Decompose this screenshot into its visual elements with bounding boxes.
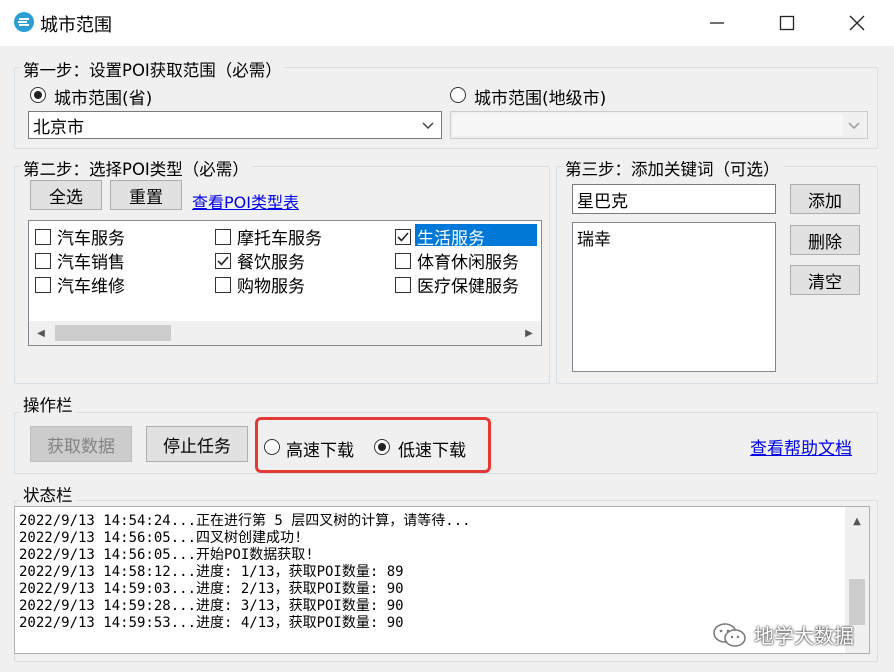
radio-slow-download[interactable] <box>374 439 390 455</box>
checkmark-icon <box>397 232 409 242</box>
radio-fast-download[interactable] <box>264 439 280 455</box>
radio-city-label: 城市范围(地级市) <box>474 89 607 109</box>
clear-keywords-button[interactable]: 清空 <box>790 265 860 295</box>
keyword-item[interactable]: 瑞幸 <box>577 225 611 250</box>
poi-type-label: 汽车服务 <box>57 229 125 249</box>
poi-type-label: 餐饮服务 <box>237 253 305 273</box>
log-line: 2022/9/13 14:59:03...进度: 2/13，获取POI数量: 9… <box>19 581 404 597</box>
step3-legend: 第三步：添加关键词（可选） <box>562 156 783 180</box>
actions-legend: 操作栏 <box>20 392 76 416</box>
chevron-down-icon <box>848 122 860 130</box>
log-line: 2022/9/13 14:59:53...进度: 4/13，获取POI数量: 9… <box>19 615 404 631</box>
add-keyword-button[interactable]: 添加 <box>790 184 860 214</box>
slow-download-label: 低速下载 <box>398 441 466 461</box>
fetch-data-button[interactable]: 获取数据 <box>30 426 132 462</box>
close-button[interactable] <box>840 8 874 38</box>
poi-type-label: 摩托车服务 <box>237 229 322 249</box>
poi-type-label: 体育休闲服务 <box>417 253 519 273</box>
horizontal-scrollbar[interactable]: ◀ ▶ <box>29 321 541 345</box>
view-poi-types-link[interactable]: 查看POI类型表 <box>192 189 299 213</box>
close-icon <box>849 15 865 31</box>
checkbox-motorcycle-service[interactable] <box>215 229 231 245</box>
chevron-down-icon <box>422 122 434 130</box>
fast-download-label: 高速下载 <box>286 441 354 461</box>
minimize-button[interactable] <box>700 8 734 38</box>
log-line: 2022/9/13 14:56:05...四叉树创建成功! <box>19 530 303 546</box>
watermark-text: 地学大数据 <box>754 624 854 648</box>
scrollbar-thumb[interactable] <box>849 579 865 625</box>
window-title: 城市范围 <box>40 15 112 36</box>
checkbox-life-service[interactable] <box>395 229 411 245</box>
poi-type-label-selected: 生活服务 <box>415 224 537 249</box>
province-combo[interactable]: 北京市 <box>28 111 442 139</box>
checkmark-icon <box>217 256 229 266</box>
minimize-icon <box>710 22 724 24</box>
log-line: 2022/9/13 14:59:28...进度: 3/13，获取POI数量: 9… <box>19 598 404 614</box>
checkbox-sports-leisure[interactable] <box>395 253 411 269</box>
poi-type-list[interactable]: 汽车服务 汽车销售 汽车维修 摩托车服务 餐饮服务 购物服务 生活服务 体育休闲… <box>28 220 542 346</box>
wechat-icon <box>713 622 746 647</box>
scroll-right-icon[interactable]: ▶ <box>519 323 539 343</box>
step1-legend: 第一步：设置POI获取范围（必需） <box>20 57 285 81</box>
province-combo-value: 北京市 <box>33 117 84 138</box>
checkbox-auto-repair[interactable] <box>35 277 51 293</box>
stop-task-button[interactable]: 停止任务 <box>146 426 248 462</box>
keyword-list[interactable]: 瑞幸 <box>572 222 776 372</box>
checkbox-food-service[interactable] <box>215 253 231 269</box>
radio-province-label: 城市范围(省) <box>54 89 153 109</box>
maximize-icon <box>779 15 795 31</box>
globe-e-icon <box>13 11 35 33</box>
poi-type-label: 购物服务 <box>237 277 305 297</box>
poi-type-label: 汽车销售 <box>57 253 125 273</box>
poi-type-label: 汽车维修 <box>57 277 125 297</box>
scrollbar-thumb[interactable] <box>55 325 171 341</box>
checkbox-medical-service[interactable] <box>395 277 411 293</box>
scroll-left-icon[interactable]: ◀ <box>31 323 51 343</box>
city-combo[interactable] <box>450 111 868 139</box>
poi-type-label: 医疗保健服务 <box>417 277 519 297</box>
help-docs-link[interactable]: 查看帮助文档 <box>750 434 852 459</box>
maximize-button[interactable] <box>770 8 804 38</box>
select-all-button[interactable]: 全选 <box>30 180 102 210</box>
reset-button[interactable]: 重置 <box>110 180 182 210</box>
radio-city[interactable] <box>450 87 466 103</box>
title-bar: 城市范围 <box>0 0 894 46</box>
checkbox-shopping-service[interactable] <box>215 277 231 293</box>
watermark: 地学大数据 <box>712 620 854 649</box>
log-line: 2022/9/13 14:56:05...开始POI数据获取! <box>19 547 314 563</box>
delete-keyword-button[interactable]: 删除 <box>790 225 860 255</box>
log-line: 2022/9/13 14:54:24...正在进行第 5 层四叉树的计算，请等待… <box>19 513 471 529</box>
scroll-up-icon[interactable]: ▲ <box>847 511 867 531</box>
keyword-input[interactable]: 星巴克 <box>572 184 776 214</box>
radio-province[interactable] <box>30 87 46 103</box>
log-line: 2022/9/13 14:58:12...进度: 1/13，获取POI数量: 8… <box>19 564 404 580</box>
checkbox-auto-service[interactable] <box>35 229 51 245</box>
checkbox-auto-sales[interactable] <box>35 253 51 269</box>
step2-legend: 第二步：选择POI类型（必需） <box>20 156 252 180</box>
status-legend: 状态栏 <box>20 482 76 506</box>
